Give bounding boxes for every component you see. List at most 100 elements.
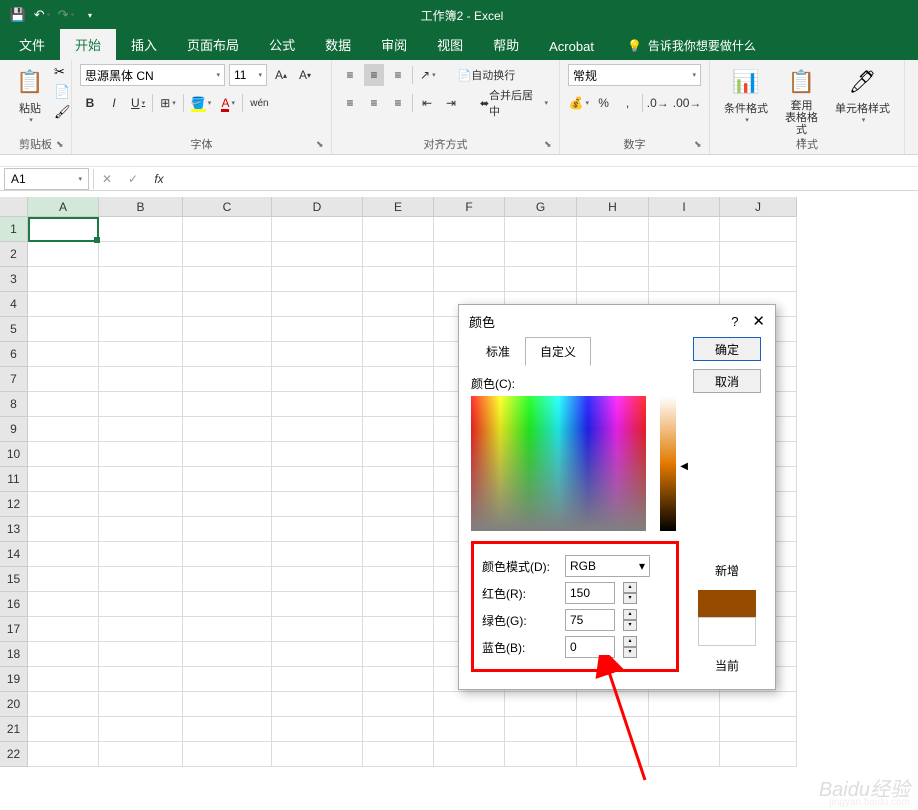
cell[interactable] <box>505 217 577 242</box>
cell[interactable] <box>272 567 363 592</box>
decrease-decimal-icon[interactable]: .00→ <box>673 92 701 114</box>
cell[interactable] <box>28 292 99 317</box>
qat-customize[interactable]: ▾ <box>78 3 102 27</box>
cell[interactable] <box>434 267 505 292</box>
tab-data[interactable]: 数据 <box>310 29 366 60</box>
phonetic-button[interactable]: wén <box>247 92 271 114</box>
decrease-font-icon[interactable]: A▾ <box>295 64 315 86</box>
cell[interactable] <box>272 217 363 242</box>
select-all-corner[interactable] <box>0 197 28 217</box>
row-header-15[interactable]: 15 <box>0 567 28 592</box>
cell[interactable] <box>505 267 577 292</box>
cell[interactable] <box>363 492 434 517</box>
col-header-I[interactable]: I <box>649 197 720 217</box>
blue-input[interactable] <box>565 636 615 658</box>
cell[interactable] <box>99 417 183 442</box>
merge-center-button[interactable]: ⬌ 合并后居中▾ <box>477 92 551 114</box>
cell[interactable] <box>363 592 434 617</box>
cell[interactable] <box>28 417 99 442</box>
col-header-J[interactable]: J <box>720 197 797 217</box>
cell[interactable] <box>99 442 183 467</box>
redo-icon[interactable]: ↷▾ <box>54 3 78 27</box>
cell[interactable] <box>363 667 434 692</box>
tab-standard[interactable]: 标准 <box>471 337 525 366</box>
cell[interactable] <box>577 742 649 767</box>
cell[interactable] <box>183 342 272 367</box>
fx-icon[interactable]: fx <box>146 168 172 190</box>
cell[interactable] <box>363 242 434 267</box>
cell[interactable] <box>99 542 183 567</box>
row-header-20[interactable]: 20 <box>0 692 28 717</box>
tab-help[interactable]: 帮助 <box>478 29 534 60</box>
bold-button[interactable]: B <box>80 92 100 114</box>
tab-view[interactable]: 视图 <box>422 29 478 60</box>
paste-button[interactable]: 📋 粘贴 ▾ <box>8 64 52 126</box>
tab-file[interactable]: 文件 <box>4 29 60 60</box>
row-header-11[interactable]: 11 <box>0 467 28 492</box>
cell[interactable] <box>434 717 505 742</box>
tab-formulas[interactable]: 公式 <box>254 29 310 60</box>
cell[interactable] <box>99 217 183 242</box>
color-spectrum[interactable] <box>471 396 646 531</box>
cell[interactable] <box>363 617 434 642</box>
cell[interactable] <box>363 642 434 667</box>
col-header-E[interactable]: E <box>363 197 434 217</box>
cut-icon[interactable]: ✂ <box>54 64 72 82</box>
cell[interactable] <box>720 242 797 267</box>
cell[interactable] <box>99 367 183 392</box>
cell[interactable] <box>28 242 99 267</box>
cell[interactable] <box>649 242 720 267</box>
col-header-H[interactable]: H <box>577 197 649 217</box>
wrap-text-button[interactable]: 📄 自动换行 <box>455 64 519 86</box>
cell[interactable] <box>363 342 434 367</box>
cell[interactable] <box>505 692 577 717</box>
cell[interactable] <box>28 617 99 642</box>
cell[interactable] <box>272 517 363 542</box>
cell[interactable] <box>99 692 183 717</box>
cell[interactable] <box>28 492 99 517</box>
align-middle-icon[interactable]: ≡ <box>364 64 384 86</box>
row-header-1[interactable]: 1 <box>0 217 28 242</box>
cell[interactable] <box>183 717 272 742</box>
tab-insert[interactable]: 插入 <box>116 29 172 60</box>
table-format-button[interactable]: 📋 套用 表格格式 ▾ <box>778 64 825 146</box>
row-header-8[interactable]: 8 <box>0 392 28 417</box>
cell[interactable] <box>183 417 272 442</box>
cell[interactable] <box>363 467 434 492</box>
number-launcher[interactable]: ⬊ <box>694 139 706 151</box>
cell[interactable] <box>577 267 649 292</box>
cell[interactable] <box>434 692 505 717</box>
cell[interactable] <box>577 717 649 742</box>
cell[interactable] <box>99 617 183 642</box>
col-header-B[interactable]: B <box>99 197 183 217</box>
font-color-button[interactable]: A▾ <box>218 92 238 114</box>
tab-review[interactable]: 审阅 <box>366 29 422 60</box>
cell[interactable] <box>99 267 183 292</box>
cell[interactable] <box>183 442 272 467</box>
cell[interactable] <box>272 292 363 317</box>
col-header-G[interactable]: G <box>505 197 577 217</box>
cell[interactable] <box>99 517 183 542</box>
cell[interactable] <box>363 417 434 442</box>
close-icon[interactable]: ✕ <box>752 312 765 330</box>
cell[interactable] <box>363 717 434 742</box>
row-header-4[interactable]: 4 <box>0 292 28 317</box>
cell[interactable] <box>183 267 272 292</box>
blue-up[interactable]: ▴ <box>623 636 637 647</box>
cell[interactable] <box>183 692 272 717</box>
cell[interactable] <box>99 292 183 317</box>
cell[interactable] <box>28 692 99 717</box>
tab-home[interactable]: 开始 <box>60 29 116 60</box>
cell[interactable] <box>28 217 99 242</box>
cell[interactable] <box>99 717 183 742</box>
number-format-select[interactable]: 常规▾ <box>568 64 701 86</box>
name-box[interactable]: A1▾ <box>4 168 89 190</box>
cell[interactable] <box>272 542 363 567</box>
cell[interactable] <box>183 517 272 542</box>
row-header-2[interactable]: 2 <box>0 242 28 267</box>
luminance-pointer[interactable]: ◀ <box>680 461 688 472</box>
cell[interactable] <box>28 442 99 467</box>
red-down[interactable]: ▾ <box>623 593 637 604</box>
cell[interactable] <box>183 242 272 267</box>
cell[interactable] <box>183 642 272 667</box>
